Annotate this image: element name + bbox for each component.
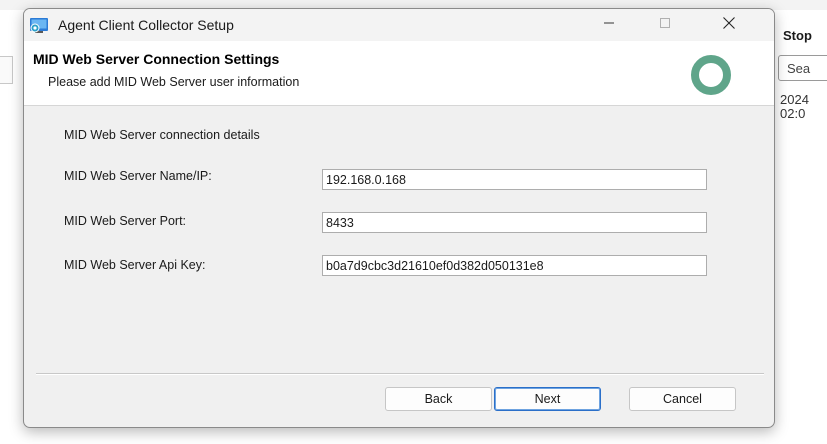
back-button[interactable]: Back [385, 387, 492, 411]
next-button[interactable]: Next [494, 387, 601, 411]
server-port-input[interactable]: 8433 [322, 212, 707, 233]
background-time-cell: 02:0 [780, 106, 806, 121]
footer-divider [36, 373, 764, 375]
section-heading: MID Web Server connection details [64, 128, 260, 142]
page-title: MID Web Server Connection Settings [33, 51, 280, 67]
server-name-input[interactable]: 192.168.0.168 [322, 169, 707, 190]
installer-app-icon [29, 17, 49, 34]
window-title: Agent Client Collector Setup [58, 17, 234, 33]
background-left-field[interactable] [0, 56, 13, 84]
api-key-input[interactable]: b0a7d9cbc3d21610ef0d382d050131e8 [322, 255, 707, 276]
close-icon [722, 16, 736, 35]
api-key-label: MID Web Server Api Key: [64, 258, 206, 272]
background-date-cell: 2024 [780, 92, 809, 107]
servicenow-logo-icon [689, 52, 733, 96]
title-bar[interactable]: Agent Client Collector Setup [24, 9, 774, 41]
close-button[interactable] [706, 9, 752, 41]
server-name-label: MID Web Server Name/IP: [64, 169, 212, 183]
maximize-button [642, 9, 688, 41]
minimize-button[interactable] [586, 9, 632, 41]
minimize-icon [603, 16, 615, 34]
dialog-header: MID Web Server Connection Settings Pleas… [24, 41, 774, 106]
page-subtitle: Please add MID Web Server user informati… [48, 75, 300, 89]
screen: Stop Sea 2024 02:0 Agent Client Collecto… [0, 0, 827, 444]
maximize-icon [659, 16, 671, 34]
dialog-body: MID Web Server connection details MID We… [24, 106, 774, 372]
background-column-header[interactable]: Stop [783, 28, 812, 43]
cancel-button[interactable]: Cancel [629, 387, 736, 411]
background-search-input[interactable]: Sea [778, 55, 827, 81]
setup-dialog: Agent Client Collector Setup MID Web Ser… [23, 8, 775, 428]
server-port-label: MID Web Server Port: [64, 214, 187, 228]
